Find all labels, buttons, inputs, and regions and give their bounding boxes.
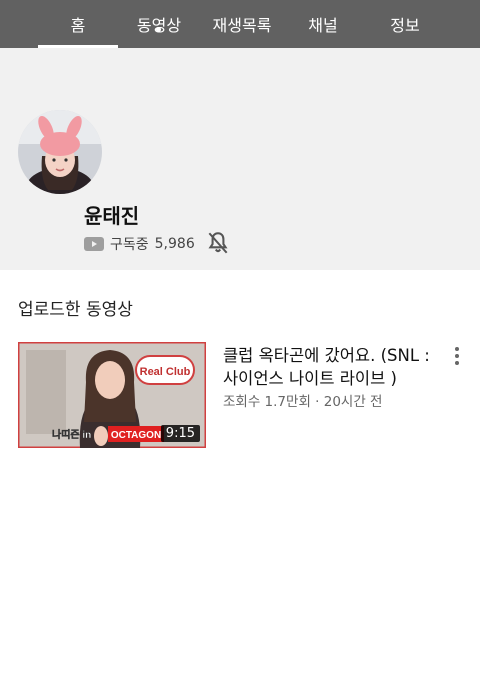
channel-avatar[interactable]: [18, 110, 102, 194]
svg-text:나띠즌 in: 나띠즌 in: [52, 428, 91, 441]
tab-playlists[interactable]: 재생목록: [204, 0, 280, 48]
video-duration: 9:15: [160, 425, 200, 442]
tab-about[interactable]: 정보: [372, 0, 438, 48]
tab-home[interactable]: 홈: [38, 0, 118, 48]
tab-channels[interactable]: 채널: [290, 0, 356, 48]
subscribed-icon: [84, 237, 104, 251]
video-title[interactable]: 클럽 옥타곤에 갔어요. (SNL : 사이언스 나이트 라이브 ): [223, 344, 433, 390]
subscribe-label: 구독중: [110, 237, 149, 253]
subscriber-count: 5,986: [154, 236, 195, 252]
more-options-icon[interactable]: [448, 344, 466, 368]
new-content-dot: [156, 27, 161, 32]
tab-bar: 홈 동영상 재생목록 채널 정보: [0, 0, 480, 48]
svg-text:OCTAGON: OCTAGON: [111, 430, 161, 441]
section-title: 업로드한 동영상: [18, 300, 133, 320]
video-thumbnail[interactable]: Real Club 나띠즌 in OCTAGON 9:15: [18, 342, 206, 448]
notification-bell-off-icon[interactable]: [205, 230, 231, 256]
svg-text:Real Club: Real Club: [140, 366, 191, 378]
subscription-status: 구독중 5,986: [84, 233, 195, 255]
channel-name: 윤태진: [84, 204, 140, 228]
video-list-item[interactable]: Real Club 나띠즌 in OCTAGON 9:15 클럽 옥타곤에 갔어…: [18, 342, 470, 450]
avatar-image: [18, 110, 102, 194]
tab-videos[interactable]: 동영상: [124, 0, 194, 48]
video-meta: 조회수 1.7만회 · 20시간 전: [223, 394, 383, 410]
